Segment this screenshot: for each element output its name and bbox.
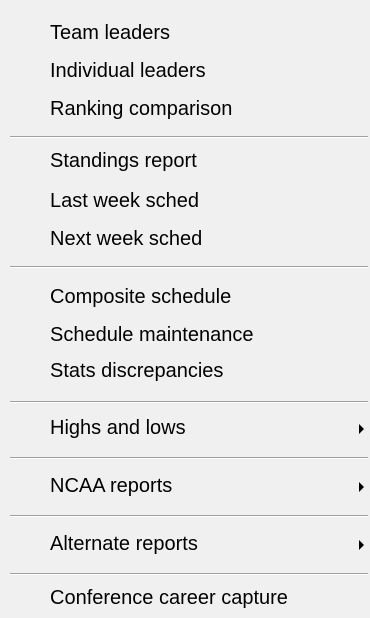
menu-separator (10, 457, 368, 459)
menu-separator (10, 136, 368, 138)
menu-item-label: Highs and lows (50, 417, 186, 439)
menu-separator (10, 401, 368, 403)
menu-item-ncaa-reports[interactable]: NCAA reports (50, 471, 368, 501)
menu-item-team-leaders[interactable]: Team leaders (50, 18, 368, 48)
menu-item-highs-and-lows[interactable]: Highs and lows (50, 413, 368, 443)
menu-item-label: Stats discrepancies (50, 360, 224, 382)
submenu-arrow-icon (359, 424, 364, 434)
menu-separator (10, 515, 368, 517)
menu-item-next-week-sched[interactable]: Next week sched (50, 224, 368, 254)
menu-separator (10, 266, 368, 268)
menu-item-label: Last week sched (50, 190, 199, 212)
menu-item-individual-leaders[interactable]: Individual leaders (50, 56, 368, 86)
menu-item-label: Conference career capture (50, 587, 288, 609)
menu-item-schedule-maintenance[interactable]: Schedule maintenance (50, 320, 368, 350)
menu-item-label: Individual leaders (50, 60, 206, 82)
menu-item-label: Ranking comparison (50, 98, 233, 120)
menu-item-conference-career-capture[interactable]: Conference career capture (50, 583, 368, 613)
menu-item-label: Next week sched (50, 228, 203, 250)
menu-item-alternate-reports[interactable]: Alternate reports (50, 529, 368, 559)
menu-item-label: Standings report (50, 150, 197, 172)
menu-item-label: NCAA reports (50, 475, 173, 497)
submenu-arrow-icon (359, 482, 364, 492)
context-menu: Team leaders Individual leaders Ranking … (0, 0, 370, 618)
menu-item-stats-discrepancies[interactable]: Stats discrepancies (50, 356, 368, 386)
menu-item-standings-report[interactable]: Standings report (50, 146, 368, 176)
menu-item-composite-schedule[interactable]: Composite schedule (50, 282, 368, 312)
menu-item-ranking-comparison[interactable]: Ranking comparison (50, 94, 368, 124)
menu-item-label: Alternate reports (50, 533, 198, 555)
menu-item-label: Composite schedule (50, 286, 232, 308)
menu-item-label: Schedule maintenance (50, 324, 254, 346)
menu-item-label: Team leaders (50, 22, 171, 44)
menu-separator (10, 573, 368, 575)
menu-item-last-week-sched[interactable]: Last week sched (50, 186, 368, 216)
submenu-arrow-icon (359, 540, 364, 550)
